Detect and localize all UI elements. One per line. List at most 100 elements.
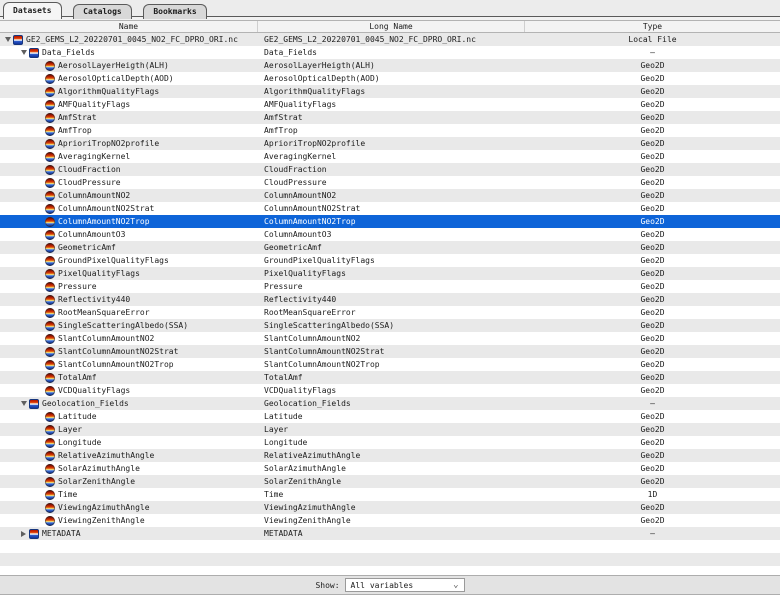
table-row[interactable]: CloudPressure CloudPressure Geo2D [0, 176, 780, 189]
row-name: SlantColumnAmountNO2 [58, 332, 154, 345]
table-row[interactable]: AerosolOpticalDepth(AOD) AerosolOpticalD… [0, 72, 780, 85]
row-type: Geo2D [525, 501, 780, 514]
tree-cell: AerosolLayerHeigth(ALH) [0, 59, 258, 72]
row-type: Geo2D [525, 293, 780, 306]
tree-cell: SlantColumnAmountNO2 [0, 332, 258, 345]
column-header-long-name[interactable]: Long Name [258, 21, 525, 32]
expand-arrow [35, 228, 44, 241]
variable-icon [45, 230, 55, 240]
table-row[interactable]: RelativeAzimuthAngle RelativeAzimuthAngl… [0, 449, 780, 462]
variable-icon [45, 347, 55, 357]
table-row[interactable]: AprioriTropNO2profile AprioriTropNO2prof… [0, 137, 780, 150]
tree-cell: Longitude [0, 436, 258, 449]
table-row[interactable]: GeometricAmf GeometricAmf Geo2D [0, 241, 780, 254]
row-name: CloudFraction [58, 163, 121, 176]
row-long-name: CloudFraction [258, 163, 525, 176]
table-row[interactable]: AmfTrop AmfTrop Geo2D [0, 124, 780, 137]
row-type: — [525, 46, 780, 59]
expand-arrow [35, 254, 44, 267]
table-row[interactable]: Pressure Pressure Geo2D [0, 280, 780, 293]
table-row[interactable]: TotalAmf TotalAmf Geo2D [0, 371, 780, 384]
variable-icon [45, 438, 55, 448]
table-row[interactable]: ColumnAmountO3 ColumnAmountO3 Geo2D [0, 228, 780, 241]
row-name: Latitude [58, 410, 97, 423]
table-row[interactable]: SolarZenithAngle SolarZenithAngle Geo2D [0, 475, 780, 488]
footer-bar: Show: All variables ⌄ [0, 575, 780, 595]
expand-arrow [35, 332, 44, 345]
variable-icon [45, 269, 55, 279]
tree-cell: Time [0, 488, 258, 501]
tree-cell: SolarZenithAngle [0, 475, 258, 488]
row-type: Geo2D [525, 215, 780, 228]
table-row[interactable]: GroundPixelQualityFlags GroundPixelQuali… [0, 254, 780, 267]
table-row[interactable]: AveragingKernel AveragingKernel Geo2D [0, 150, 780, 163]
table-row[interactable]: ViewingZenithAngle ViewingZenithAngle Ge… [0, 514, 780, 527]
expand-arrow[interactable] [19, 46, 28, 59]
table-row[interactable]: Layer Layer Geo2D [0, 423, 780, 436]
row-name: SlantColumnAmountNO2Trop [58, 358, 174, 371]
show-variables-select[interactable]: All variables ⌄ [345, 578, 465, 592]
row-long-name: AprioriTropNO2profile [258, 137, 525, 150]
table-row[interactable]: AerosolLayerHeigth(ALH) AerosolLayerHeig… [0, 59, 780, 72]
row-long-name: SingleScatteringAlbedo(SSA) [258, 319, 525, 332]
row-long-name: AmfTrop [258, 124, 525, 137]
expand-arrow [35, 488, 44, 501]
collapse-arrow[interactable] [19, 527, 28, 540]
table-row[interactable]: Time Time 1D [0, 488, 780, 501]
dataset-tree: GE2_GEMS_L2_20220701_0045_NO2_FC_DPRO_OR… [0, 33, 780, 566]
table-row[interactable]: METADATA METADATA — [0, 527, 780, 540]
table-row[interactable]: SlantColumnAmountNO2 SlantColumnAmountNO… [0, 332, 780, 345]
tree-cell: GroundPixelQualityFlags [0, 254, 258, 267]
table-row[interactable]: SingleScatteringAlbedo(SSA) SingleScatte… [0, 319, 780, 332]
table-row[interactable]: ColumnAmountNO2Strat ColumnAmountNO2Stra… [0, 202, 780, 215]
table-row[interactable]: Longitude Longitude Geo2D [0, 436, 780, 449]
table-row[interactable]: ColumnAmountNO2Trop ColumnAmountNO2Trop … [0, 215, 780, 228]
expand-arrow [35, 475, 44, 488]
row-name: VCDQualityFlags [58, 384, 130, 397]
tab-catalogs[interactable]: Catalogs [73, 4, 132, 19]
table-row[interactable]: PixelQualityFlags PixelQualityFlags Geo2… [0, 267, 780, 280]
row-type: Geo2D [525, 254, 780, 267]
table-row[interactable]: Data_Fields Data_Fields — [0, 46, 780, 59]
table-row[interactable]: RootMeanSquareError RootMeanSquareError … [0, 306, 780, 319]
table-row[interactable]: ViewingAzimuthAngle ViewingAzimuthAngle … [0, 501, 780, 514]
variable-icon [45, 165, 55, 175]
expand-arrow[interactable] [19, 397, 28, 410]
expand-arrow[interactable] [3, 33, 12, 46]
table-row[interactable]: SlantColumnAmountNO2Strat SlantColumnAmo… [0, 345, 780, 358]
table-row[interactable]: SlantColumnAmountNO2Trop SlantColumnAmou… [0, 358, 780, 371]
chevron-down-icon: ⌄ [453, 580, 458, 590]
tab-bookmarks[interactable]: Bookmarks [143, 4, 206, 19]
expand-arrow [35, 98, 44, 111]
table-row[interactable]: AMFQualityFlags AMFQualityFlags Geo2D [0, 98, 780, 111]
row-long-name: Pressure [258, 280, 525, 293]
row-type: — [525, 397, 780, 410]
row-type: Geo2D [525, 514, 780, 527]
row-name: GE2_GEMS_L2_20220701_0045_NO2_FC_DPRO_OR… [26, 33, 238, 46]
table-row[interactable]: VCDQualityFlags VCDQualityFlags Geo2D [0, 384, 780, 397]
table-row[interactable]: GE2_GEMS_L2_20220701_0045_NO2_FC_DPRO_OR… [0, 33, 780, 46]
table-row[interactable]: Reflectivity440 Reflectivity440 Geo2D [0, 293, 780, 306]
expand-arrow [35, 111, 44, 124]
table-row[interactable]: ColumnAmountNO2 ColumnAmountNO2 Geo2D [0, 189, 780, 202]
variable-icon [45, 191, 55, 201]
table-row[interactable]: AmfStrat AmfStrat Geo2D [0, 111, 780, 124]
variable-icon [45, 113, 55, 123]
expand-arrow [35, 410, 44, 423]
row-name: SingleScatteringAlbedo(SSA) [58, 319, 188, 332]
table-row[interactable]: AlgorithmQualityFlags AlgorithmQualityFl… [0, 85, 780, 98]
table-row[interactable]: CloudFraction CloudFraction Geo2D [0, 163, 780, 176]
table-row[interactable]: Geolocation_Fields Geolocation_Fields — [0, 397, 780, 410]
expand-arrow [35, 241, 44, 254]
table-row[interactable]: Latitude Latitude Geo2D [0, 410, 780, 423]
tree-cell: AmfTrop [0, 124, 258, 137]
tab-datasets[interactable]: Datasets [3, 2, 62, 19]
row-type: Geo2D [525, 332, 780, 345]
table-row[interactable]: SolarAzimuthAngle SolarAzimuthAngle Geo2… [0, 462, 780, 475]
expand-arrow [35, 514, 44, 527]
column-header-name[interactable]: Name [0, 21, 258, 32]
column-header-type[interactable]: Type [525, 21, 780, 32]
row-long-name: TotalAmf [258, 371, 525, 384]
row-type: Geo2D [525, 228, 780, 241]
row-type: Geo2D [525, 189, 780, 202]
